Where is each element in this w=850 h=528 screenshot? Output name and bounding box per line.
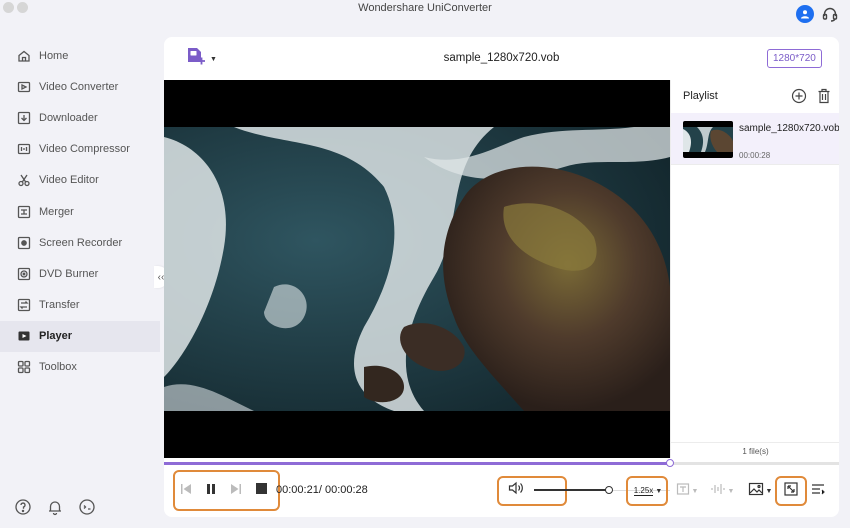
sidebar-item-label: Player (39, 330, 73, 343)
transfer-icon (16, 297, 32, 313)
playback-speed-button[interactable]: 1.25x ▼ (631, 482, 665, 500)
sidebar-item-label: Downloader (39, 111, 98, 124)
video-viewport[interactable] (164, 80, 670, 458)
player-icon (16, 328, 32, 344)
home-icon (16, 48, 32, 64)
volume-slider-handle[interactable] (604, 486, 613, 494)
chevron-down-icon: ▼ (655, 487, 663, 495)
sidebar-item-merger[interactable]: Merger (0, 196, 160, 227)
seek-bar-handle[interactable] (666, 459, 675, 467)
video-converter-icon (16, 79, 32, 95)
toolbox-icon (16, 359, 32, 375)
playlist-header: Playlist (671, 80, 839, 112)
help-icon[interactable] (14, 498, 32, 516)
sidebar-item-label: Toolbox (39, 361, 77, 374)
sidebar-item-label: Video Editor (39, 174, 99, 187)
merger-icon (16, 204, 32, 220)
sidebar-item-screen-recorder[interactable]: Screen Recorder (0, 227, 160, 258)
account-icon[interactable] (796, 5, 814, 23)
chevron-down-icon: ▼ (727, 487, 735, 495)
sidebar-item-video-editor[interactable]: Video Editor (0, 165, 160, 196)
resolution-badge: 1280*720 (767, 49, 822, 68)
sidebar-item-label: Video Compressor (39, 143, 130, 156)
downloader-icon (16, 110, 32, 126)
audio-track-button[interactable]: ▼ (707, 482, 737, 500)
fullscreen-button[interactable] (782, 481, 800, 501)
pause-button[interactable] (203, 483, 219, 499)
subtitle-button[interactable]: ▼ (674, 482, 700, 500)
feedback-icon[interactable] (78, 498, 96, 516)
sidebar-footer (14, 498, 96, 516)
sidebar-item-transfer[interactable]: Transfer (0, 290, 160, 321)
scissors-icon (16, 172, 32, 188)
sidebar-item-video-compressor[interactable]: Video Compressor (0, 134, 160, 165)
file-title: sample_1280x720.vob (443, 52, 560, 64)
playback-time: 00:00:21/ 00:00:28 (276, 484, 368, 496)
video-frame (164, 127, 670, 411)
current-time: 00:00:21 (276, 484, 319, 496)
video-compressor-icon (16, 141, 32, 157)
app-title: Wondershare UniConverter (358, 2, 492, 14)
playlist-item-thumbnail (683, 121, 733, 158)
fullscreen-icon (784, 481, 798, 501)
seek-bar[interactable] (164, 459, 839, 467)
image-icon (748, 482, 764, 501)
headset-icon[interactable] (821, 5, 839, 23)
volume-slider-fill (534, 489, 609, 491)
playlist-item-duration: 00:00:28 (739, 151, 771, 160)
audio-waveform-icon (710, 482, 726, 501)
add-to-playlist-icon[interactable] (791, 88, 807, 104)
sidebar-item-dvd-burner[interactable]: DVD Burner (0, 258, 160, 289)
sidebar-item-video-converter[interactable]: Video Converter (0, 71, 160, 102)
playback-controls: 00:00:21/ 00:00:28 1.25x ▼ ▼ ▼ ▼ (164, 470, 839, 511)
next-button[interactable] (228, 483, 244, 499)
volume-button[interactable] (507, 481, 525, 500)
playlist-panel: Playlist sample_1280x720.vob 00:00:28 1 … (670, 80, 839, 458)
playlist-title: Playlist (683, 90, 718, 102)
chevron-down-icon: ▼ (765, 487, 773, 495)
sidebar-item-label: DVD Burner (39, 267, 99, 280)
speaker-icon (508, 481, 524, 500)
sidebar-item-toolbox[interactable]: Toolbox (0, 352, 160, 383)
stop-button[interactable] (253, 483, 269, 499)
next-icon (229, 482, 243, 501)
seek-bar-fill (164, 462, 671, 465)
playlist-count: 1 file(s) (671, 442, 839, 458)
sidebar-item-label: Home (39, 49, 69, 62)
subtitle-icon (676, 482, 690, 501)
total-time: 00:00:28 (324, 484, 368, 496)
player-panel: ▼ sample_1280x720.vob 1280*720 Playlist … (164, 37, 839, 517)
previous-icon (179, 482, 193, 501)
sidebar-item-downloader[interactable]: Downloader (0, 102, 160, 133)
playback-speed-label: 1.25x (633, 486, 654, 496)
pause-icon (204, 482, 218, 501)
sidebar-item-label: Merger (39, 205, 74, 218)
sidebar-item-home[interactable]: Home (0, 40, 160, 71)
playlist-item-name: sample_1280x720.vob (739, 123, 839, 134)
bell-icon[interactable] (46, 498, 64, 516)
trash-icon[interactable] (817, 88, 831, 104)
sidebar: Home Video Converter Downloader Video Co… (0, 40, 160, 383)
stop-icon (255, 482, 268, 500)
snapshot-button[interactable]: ▼ (745, 482, 775, 500)
chevron-down-icon: ▼ (691, 487, 699, 495)
sidebar-item-label: Screen Recorder (39, 236, 123, 249)
playlist-toggle-button[interactable] (809, 482, 827, 500)
previous-button[interactable] (178, 483, 194, 499)
title-bar: Wondershare UniConverter (0, 0, 850, 16)
sidebar-item-label: Video Converter (39, 80, 119, 93)
sidebar-item-player[interactable]: Player (0, 320, 160, 352)
playlist-item[interactable]: sample_1280x720.vob 00:00:28 (671, 113, 839, 165)
playlist-icon (811, 482, 825, 501)
sidebar-item-label: Transfer (39, 299, 80, 312)
disc-icon (16, 266, 32, 282)
screen-recorder-icon (16, 235, 32, 251)
